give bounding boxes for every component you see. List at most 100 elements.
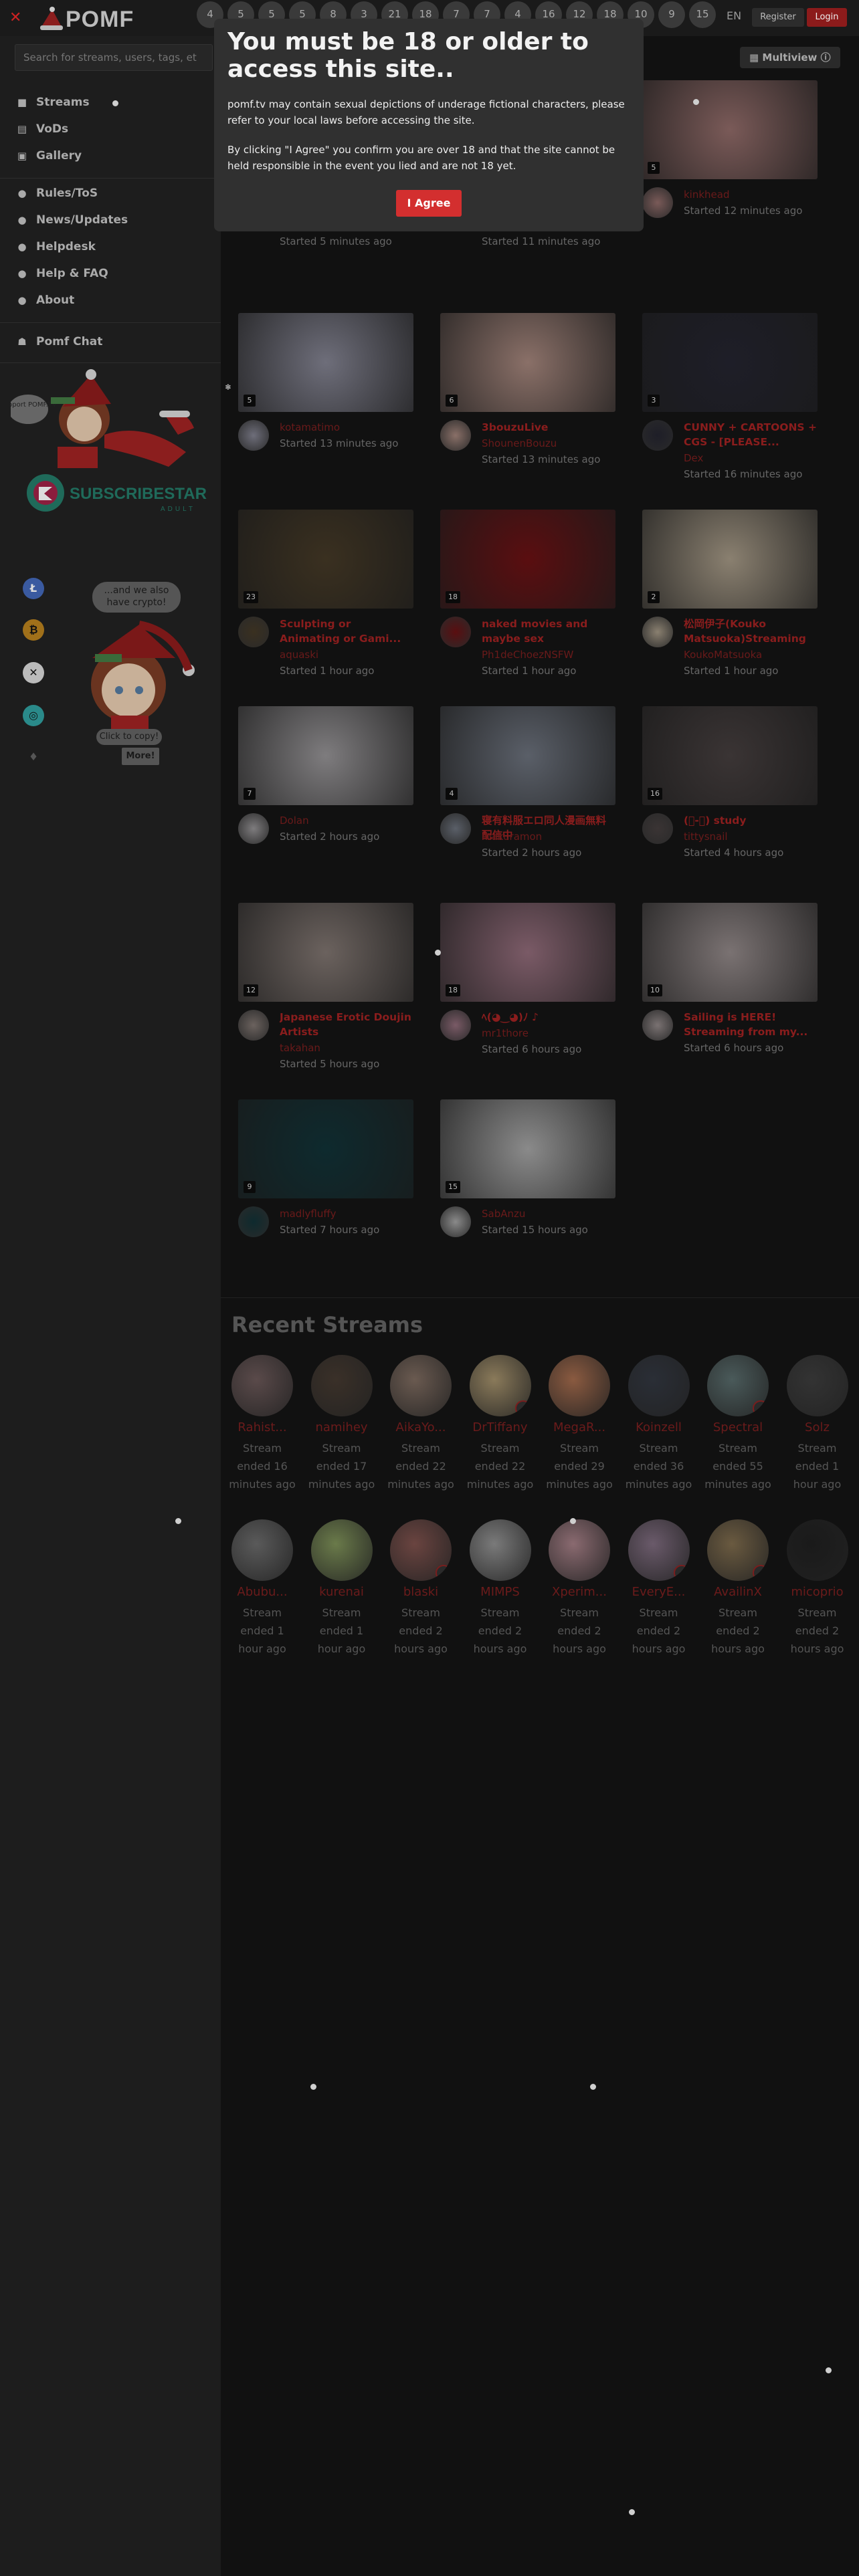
streamer-avatar[interactable]: [238, 420, 269, 451]
streamer-name[interactable]: mr1thore: [482, 1027, 529, 1039]
recent-streamer-avatar[interactable]: [469, 1355, 531, 1416]
stream-thumbnail[interactable]: 18: [440, 903, 615, 1002]
sidebar-item-about[interactable]: ● About: [16, 290, 74, 310]
sidebar-item-pomf-chat[interactable]: ☗ Pomf Chat: [16, 332, 102, 352]
streamer-name[interactable]: Ph1deChoezNSFW: [482, 649, 573, 661]
recent-streamer-name[interactable]: Xperim...: [546, 1585, 613, 1599]
streamer-name[interactable]: ShounenBouzu: [482, 437, 557, 449]
streamer-name[interactable]: kotamatimo: [280, 421, 340, 433]
stream-thumbnail[interactable]: 5: [642, 80, 818, 179]
stream-title[interactable]: ﾍ(◕‿◕)ﾉ ♪: [482, 1010, 615, 1025]
recent-streamer-name[interactable]: namihey: [308, 1420, 375, 1434]
stream-thumbnail[interactable]: 5: [238, 313, 413, 412]
recent-streamer-name[interactable]: Solz: [784, 1420, 851, 1434]
streamer-avatar[interactable]: [642, 1010, 673, 1041]
streamer-name[interactable]: SabAnzu: [482, 1208, 525, 1220]
more-button[interactable]: More!: [122, 748, 159, 765]
streamer-avatar[interactable]: [440, 813, 471, 844]
recent-streamer-name[interactable]: Abubu...: [229, 1585, 296, 1599]
stream-title[interactable]: (ﾟ-ﾟ) study: [684, 813, 818, 828]
streamer-name[interactable]: takahan: [280, 1042, 320, 1054]
streamer-name[interactable]: tittysnail: [684, 831, 728, 843]
recent-streamer-avatar[interactable]: [310, 1355, 373, 1416]
recent-streamer-name[interactable]: Rahist...: [229, 1420, 296, 1434]
litecoin-icon[interactable]: Ł: [23, 578, 44, 599]
stream-thumbnail[interactable]: 4: [440, 706, 615, 805]
streamer-name[interactable]: KoukoMatsuoka: [684, 649, 762, 661]
sidebar-item-rules[interactable]: ● Rules/ToS: [16, 183, 98, 203]
streamer-name[interactable]: kinkhead: [684, 189, 730, 201]
stream-title[interactable]: Japanese Erotic Doujin Artists: [280, 1010, 413, 1039]
recent-streamer-name[interactable]: AikaYo...: [387, 1420, 454, 1434]
site-logo[interactable]: POMF: [39, 4, 139, 33]
stream-thumbnail[interactable]: 16: [642, 706, 818, 805]
sidebar-item-streams[interactable]: ■ Streams: [16, 92, 90, 112]
recent-streamer-avatar[interactable]: [707, 1355, 769, 1416]
login-button[interactable]: Login: [807, 8, 847, 27]
close-icon[interactable]: ✕: [9, 9, 21, 26]
stream-thumbnail[interactable]: 3: [642, 313, 818, 412]
recent-streamer-name[interactable]: Spectral: [704, 1420, 771, 1434]
recent-streamer-avatar[interactable]: [628, 1355, 690, 1416]
stream-title[interactable]: naked movies and maybe sex: [482, 617, 615, 646]
sidebar-item-gallery[interactable]: ▣ Gallery: [16, 146, 82, 166]
streamer-avatar[interactable]: [642, 813, 673, 844]
sidebar-item-news[interactable]: ● News/Updates: [16, 210, 128, 230]
subscribestar-banner[interactable]: SUBSCRIBESTAR ADULT: [27, 471, 214, 515]
streamer-avatar[interactable]: [238, 617, 269, 647]
viewer-avatar[interactable]: 15: [689, 1, 716, 28]
recent-streamer-name[interactable]: kurenai: [308, 1585, 375, 1599]
stream-thumbnail[interactable]: 9: [238, 1099, 413, 1198]
bitcoin-icon[interactable]: ₿: [23, 619, 44, 641]
streamer-name[interactable]: Dex: [684, 452, 703, 464]
streamer-avatar[interactable]: [440, 420, 471, 451]
stream-title[interactable]: 3bouzuLive: [482, 420, 615, 435]
streamer-avatar[interactable]: [238, 1206, 269, 1237]
streamer-avatar[interactable]: [642, 617, 673, 647]
streamer-avatar[interactable]: [642, 420, 673, 451]
sidebar-item-vods[interactable]: ▤ VoDs: [16, 119, 68, 139]
streamer-avatar[interactable]: [238, 1010, 269, 1041]
stream-thumbnail[interactable]: 18: [440, 510, 615, 609]
xrp-icon[interactable]: ✕: [23, 662, 44, 683]
streamer-name[interactable]: aquaski: [280, 649, 318, 661]
sidebar-item-help-faq[interactable]: ● Help & FAQ: [16, 263, 108, 284]
recent-streamer-avatar[interactable]: [390, 1519, 452, 1581]
recent-streamer-avatar[interactable]: [628, 1519, 690, 1581]
sidebar-item-helpdesk[interactable]: ● Helpdesk: [16, 237, 95, 257]
recent-streamer-name[interactable]: DrTiffany: [467, 1420, 534, 1434]
recent-streamer-name[interactable]: EveryE...: [626, 1585, 692, 1599]
streamer-avatar[interactable]: [642, 187, 673, 218]
recent-streamer-name[interactable]: AvailinX: [704, 1585, 771, 1599]
recent-streamer-avatar[interactable]: [707, 1519, 769, 1581]
streamer-avatar[interactable]: [440, 1010, 471, 1041]
recent-streamer-name[interactable]: blaski: [387, 1585, 454, 1599]
recent-streamer-avatar[interactable]: [390, 1355, 452, 1416]
recent-streamer-avatar[interactable]: [231, 1355, 293, 1416]
stream-thumbnail[interactable]: 6: [440, 313, 615, 412]
streamer-name[interactable]: makuramon: [482, 831, 542, 843]
stream-title[interactable]: Sailing is HERE! Streaming from my...: [684, 1010, 818, 1039]
ethereum-icon[interactable]: ♦: [23, 746, 44, 768]
stream-thumbnail[interactable]: 23: [238, 510, 413, 609]
recent-streamer-name[interactable]: MegaR...: [546, 1420, 613, 1434]
viewer-avatar[interactable]: 9: [658, 1, 685, 28]
recent-streamer-name[interactable]: MIMPS: [467, 1585, 534, 1599]
stream-thumbnail[interactable]: 7: [238, 706, 413, 805]
search-input[interactable]: [15, 44, 213, 71]
streamer-name[interactable]: madlyfluffy: [280, 1208, 337, 1220]
agree-button[interactable]: I Agree: [396, 190, 462, 217]
stream-thumbnail[interactable]: 2: [642, 510, 818, 609]
recent-streamer-avatar[interactable]: [549, 1355, 610, 1416]
language-selector[interactable]: EN: [727, 9, 741, 22]
dash-icon[interactable]: ◎: [23, 705, 44, 726]
multiview-button[interactable]: ▦ Multiview ⓘ: [740, 47, 840, 68]
recent-streamer-avatar[interactable]: [310, 1519, 373, 1581]
streamer-avatar[interactable]: [440, 617, 471, 647]
click-to-copy-bubble[interactable]: Click to copy!: [96, 729, 162, 745]
recent-streamer-avatar[interactable]: [231, 1519, 293, 1581]
stream-title[interactable]: 松岡伊子(Kouko Matsuoka)Streaming: [684, 617, 818, 646]
streamer-name[interactable]: Dolan: [280, 815, 309, 827]
recent-streamer-name[interactable]: Koinzell: [626, 1420, 692, 1434]
mascot-support-banner[interactable]: Support POMF.TV: [11, 368, 211, 475]
